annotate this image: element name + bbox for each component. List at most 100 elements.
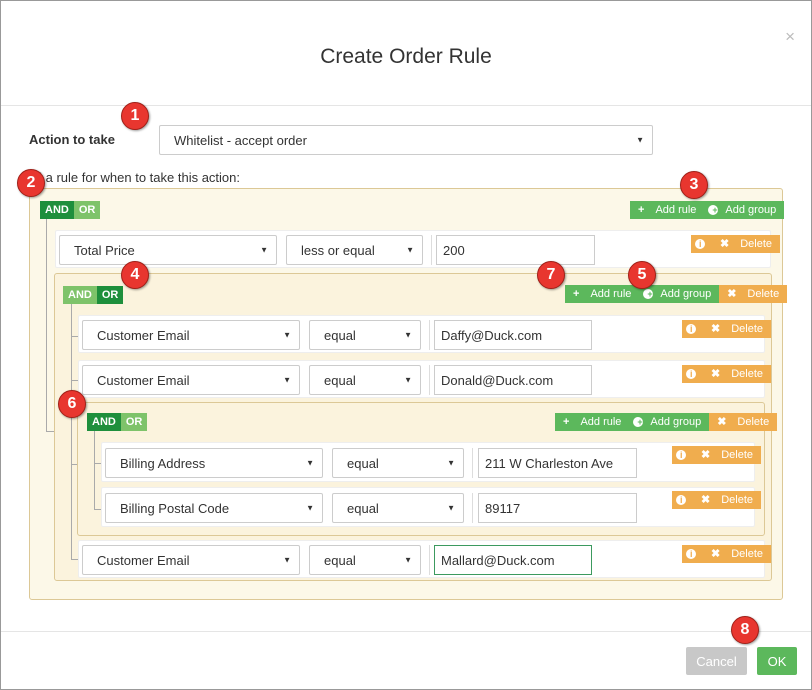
field-select-value: Customer Email: [97, 327, 190, 343]
rule-actions: i ✖ Delete: [682, 545, 772, 563]
value-input[interactable]: 89117: [478, 493, 637, 523]
delete-button[interactable]: ✖ Delete: [693, 491, 762, 509]
add-rule-button[interactable]: + Add rule: [630, 201, 705, 219]
create-order-rule-modal: Create Order Rule × Action to take White…: [0, 0, 812, 690]
field-select[interactable]: Billing Address ▼: [105, 448, 323, 478]
info-icon: i: [676, 450, 686, 460]
field-select-value: Billing Address: [120, 455, 206, 471]
close-icon: ✖: [717, 416, 727, 428]
modal-title: Create Order Rule: [320, 45, 492, 68]
operator-select-value: equal: [324, 372, 356, 388]
add-group-button[interactable]: + Add group: [704, 201, 785, 219]
or-button[interactable]: OR: [120, 413, 148, 431]
delete-group-button[interactable]: ✖ Delete: [719, 285, 788, 303]
value-input-text: Daffy@Duck.com: [441, 327, 543, 343]
delete-button[interactable]: ✖ Delete: [703, 365, 772, 383]
info-button[interactable]: i: [682, 545, 703, 563]
chevron-down-icon: ▼: [283, 375, 291, 385]
value-input[interactable]: Donald@Duck.com: [434, 365, 592, 395]
group-and-or-toggle: AND OR: [63, 286, 124, 304]
value-input[interactable]: Mallard@Duck.com: [434, 545, 592, 575]
callout-badge-6: 6: [58, 390, 86, 418]
plus-icon: +: [638, 204, 645, 216]
or-button[interactable]: OR: [73, 201, 101, 219]
tree-line: [46, 219, 47, 431]
rule-customer-email: Customer Email ▼ equal ▼ Donald@Duck.com…: [78, 360, 772, 398]
rule-actions: i ✖ Delete: [682, 320, 772, 338]
chevron-down-icon: ▼: [283, 555, 291, 565]
close-icon: ✖: [711, 548, 721, 560]
info-button[interactable]: i: [682, 365, 703, 383]
field-select[interactable]: Customer Email ▼: [82, 365, 300, 395]
info-button[interactable]: i: [672, 491, 693, 509]
operator-select[interactable]: equal ▼: [309, 545, 421, 575]
callout-badge-8: 8: [731, 616, 759, 644]
divider: [472, 493, 473, 523]
field-select[interactable]: Customer Email ▼: [82, 320, 300, 350]
delete-button[interactable]: ✖ Delete: [703, 545, 772, 563]
info-button[interactable]: i: [682, 320, 703, 338]
value-input-text: Mallard@Duck.com: [441, 552, 555, 568]
plus-circle-icon: +: [643, 289, 654, 299]
operator-select[interactable]: equal ▼: [309, 365, 421, 395]
rule-actions: i ✖ Delete: [682, 365, 772, 383]
and-button[interactable]: AND: [87, 413, 121, 431]
operator-select[interactable]: less or equal ▼: [286, 235, 423, 265]
add-rule-button[interactable]: + Add rule: [555, 413, 630, 431]
operator-select-value: equal: [324, 327, 356, 343]
operator-select-value: equal: [347, 500, 379, 516]
divider: [429, 320, 430, 350]
field-select[interactable]: Total Price ▼: [59, 235, 277, 265]
add-group-button[interactable]: + Add group: [629, 413, 710, 431]
callout-badge-1: 1: [121, 102, 149, 130]
chevron-down-icon: ▼: [447, 458, 455, 468]
delete-button[interactable]: ✖ Delete: [712, 235, 781, 253]
rule-customer-email: Customer Email ▼ equal ▼ Mallard@Duck.co…: [78, 540, 772, 578]
field-select[interactable]: Billing Postal Code ▼: [105, 493, 323, 523]
nested-rule-group: AND OR + Add rule + Add group ✖ Delete Bill…: [77, 402, 778, 536]
delete-group-button[interactable]: ✖ Delete: [709, 413, 778, 431]
rule-actions: i ✖ Delete: [672, 491, 762, 509]
operator-select[interactable]: equal ▼: [332, 448, 464, 478]
root-group-actions: + Add rule + Add group: [630, 201, 785, 219]
info-button[interactable]: i: [672, 446, 693, 464]
chevron-down-icon: ▼: [404, 375, 412, 385]
operator-select-value: less or equal: [301, 242, 375, 258]
and-button[interactable]: AND: [40, 201, 74, 219]
rule-total-price: Total Price ▼ less or equal ▼ 200 i ✖ Del…: [55, 230, 781, 268]
field-select-value: Total Price: [74, 242, 135, 258]
value-input[interactable]: 200: [436, 235, 595, 265]
callout-badge-5: 5: [628, 261, 656, 289]
field-select-value: Customer Email: [97, 552, 190, 568]
group-actions: + Add rule + Add group ✖ Delete: [555, 413, 778, 431]
delete-button[interactable]: ✖ Delete: [703, 320, 772, 338]
rule-billing-address: Billing Address ▼ equal ▼ 211 W Charlest…: [101, 442, 762, 482]
field-select[interactable]: Customer Email ▼: [82, 545, 300, 575]
and-button[interactable]: AND: [63, 286, 97, 304]
chevron-down-icon: ▼: [636, 135, 644, 145]
build-rule-label: ild a rule for when to take this action:: [29, 170, 241, 185]
modal-header: Create Order Rule ×: [1, 1, 811, 106]
or-button[interactable]: OR: [96, 286, 124, 304]
value-input[interactable]: 211 W Charleston Ave: [478, 448, 637, 478]
value-input[interactable]: Daffy@Duck.com: [434, 320, 592, 350]
rule-actions: i ✖ Delete: [672, 446, 762, 464]
info-button[interactable]: i: [691, 235, 712, 253]
operator-select[interactable]: equal ▼: [332, 493, 464, 523]
group-actions: + Add rule + Add group ✖ Delete: [565, 285, 788, 303]
info-icon: i: [676, 495, 686, 505]
divider: [472, 448, 473, 478]
tree-line: [94, 431, 95, 509]
tree-line: [71, 304, 72, 559]
cancel-button[interactable]: Cancel: [686, 647, 747, 675]
value-input-text: Donald@Duck.com: [441, 372, 554, 388]
add-group-button[interactable]: + Add group: [639, 285, 720, 303]
add-rule-button[interactable]: + Add rule: [565, 285, 640, 303]
close-icon[interactable]: ×: [785, 27, 795, 47]
delete-button[interactable]: ✖ Delete: [693, 446, 762, 464]
ok-button[interactable]: OK: [757, 647, 797, 675]
operator-select[interactable]: equal ▼: [309, 320, 421, 350]
nested-rule-group: AND OR + Add rule + Add group ✖ Delete Cust…: [54, 273, 788, 581]
chevron-down-icon: ▼: [406, 245, 414, 255]
action-select[interactable]: Whitelist - accept order ▼: [159, 125, 653, 155]
